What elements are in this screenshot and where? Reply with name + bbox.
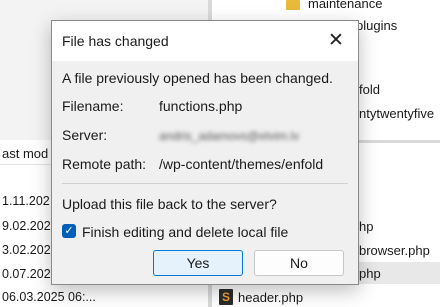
finish-editing-checkbox[interactable]: ✓ [62,224,76,238]
local-row-date[interactable]: 9.02.202 [2,219,51,233]
upload-question: Upload this file back to the server? [62,196,277,212]
remote-file-name[interactable]: browser.php [359,243,430,258]
dialog-message: A file previously opened has been change… [62,70,333,86]
server-value: andris_adamovs@elvim.lv [159,129,300,143]
yes-button[interactable]: Yes [153,250,243,276]
remote-file-name[interactable]: header.php [238,290,303,305]
dialog-title: File has changed [62,33,169,49]
close-icon[interactable]: ✕ [314,21,358,61]
remote-tree-item[interactable]: fold [359,82,380,97]
filename-label: Filename: [62,98,124,114]
no-button[interactable]: No [254,250,344,276]
server-label: Server: [62,127,108,143]
remote-path-value: /wp-content/themes/enfold [159,156,324,172]
local-row-date[interactable]: 06.03.2025 06:... [2,290,96,304]
remote-tree-item[interactable]: plugins [356,18,397,33]
remote-file-name[interactable]: php [359,266,381,281]
php-file-icon: S [219,289,233,305]
local-row-date[interactable]: 3.02.202 [2,243,51,257]
remote-tree-item[interactable]: maintenance [308,0,382,11]
dialog-titlebar[interactable]: File has changed ✕ [52,21,358,61]
file-changed-dialog: File has changed ✕ A file previously ope… [51,20,359,285]
remote-tree-item[interactable]: ntytwentyfive [359,106,434,121]
remote-path-label: Remote path: [62,156,147,172]
filename-value: functions.php [159,98,243,114]
local-row-date[interactable]: 0.07.202 [2,267,51,281]
finish-editing-label[interactable]: Finish editing and delete local file [82,224,288,240]
column-header-label: ast mod [2,146,49,161]
dialog-separator [62,183,348,184]
local-row-date[interactable]: 1.11.202 [2,194,50,208]
folder-icon [286,0,300,10]
remote-file-name[interactable]: hp [359,219,373,234]
